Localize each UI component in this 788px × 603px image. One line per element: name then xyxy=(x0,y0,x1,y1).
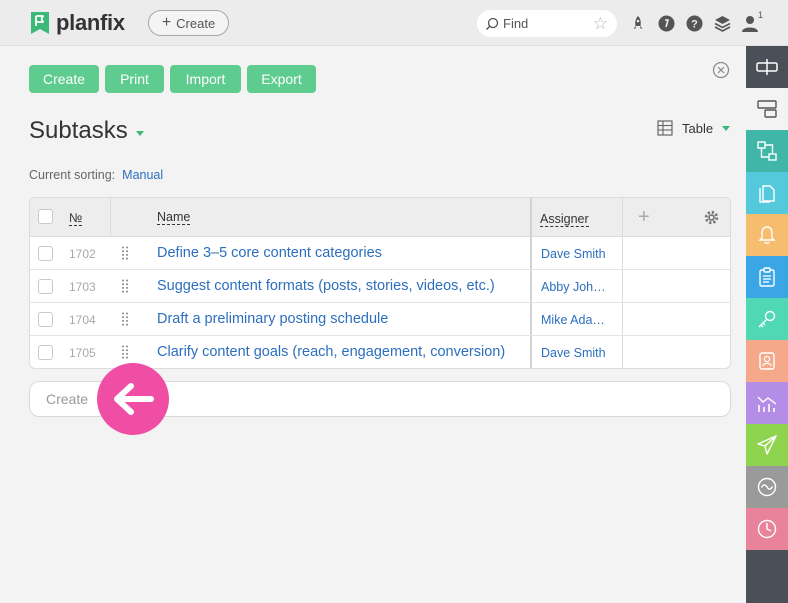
assigner-link[interactable]: Dave Smith xyxy=(541,247,606,261)
search-box[interactable]: ☆ xyxy=(477,10,617,37)
column-divider xyxy=(110,198,111,237)
add-column-icon[interactable]: + xyxy=(638,206,650,229)
assigner-link[interactable]: Dave Smith xyxy=(541,346,606,360)
drag-handle-icon[interactable] xyxy=(122,279,128,293)
task-name-link[interactable]: Clarify content goals (reach, engagement… xyxy=(157,344,505,360)
header-name[interactable]: Name xyxy=(157,210,191,225)
sorting-label: Current sorting: xyxy=(29,168,116,182)
activity-icon[interactable] xyxy=(746,466,788,508)
rocket-icon[interactable] xyxy=(628,13,648,33)
task-name-link[interactable]: Define 3–5 core content categories xyxy=(157,245,382,261)
row-number: 1705 xyxy=(69,346,96,360)
page-title-text: Subtasks xyxy=(29,117,128,144)
top-bar: planfix + Create ☆ ? 1 xyxy=(0,0,788,46)
layout-icon[interactable] xyxy=(746,88,788,130)
logo[interactable]: planfix xyxy=(30,10,125,36)
sorting-value-link[interactable]: Manual xyxy=(122,168,163,182)
planfix-logo-icon xyxy=(31,12,49,34)
row-checkbox[interactable] xyxy=(38,246,53,261)
favorite-star-icon[interactable]: ☆ xyxy=(593,14,608,34)
view-switcher[interactable]: Table xyxy=(657,120,731,136)
process-icon[interactable] xyxy=(746,130,788,172)
assigner-link[interactable]: Mike Ada… xyxy=(541,313,605,327)
row-checkbox[interactable] xyxy=(38,312,53,327)
table-row[interactable]: 1704 Draft a preliminary posting schedul… xyxy=(30,303,730,336)
chevron-down-icon xyxy=(722,126,731,131)
page-title[interactable]: Subtasks xyxy=(29,117,144,145)
row-number: 1704 xyxy=(69,313,96,327)
task-name-link[interactable]: Draft a preliminary posting schedule xyxy=(157,311,388,327)
documents-icon[interactable] xyxy=(746,172,788,214)
gear-icon[interactable] xyxy=(703,209,720,226)
help-icon[interactable]: ? xyxy=(684,13,704,33)
row-checkbox[interactable] xyxy=(38,345,53,360)
table-row[interactable]: 1703 Suggest content formats (posts, sto… xyxy=(30,270,730,303)
drag-handle-icon[interactable] xyxy=(122,312,128,326)
layers-icon[interactable] xyxy=(712,13,732,33)
panel-toggle-icon[interactable] xyxy=(746,46,788,88)
status-icon[interactable] xyxy=(656,13,676,33)
create-button[interactable]: Create xyxy=(29,65,99,93)
key-icon[interactable] xyxy=(746,298,788,340)
contact-icon[interactable] xyxy=(746,340,788,382)
analytics-icon[interactable] xyxy=(746,382,788,424)
send-icon[interactable] xyxy=(746,424,788,466)
table-icon xyxy=(657,120,673,136)
svg-text:?: ? xyxy=(691,18,698,30)
right-sidebar xyxy=(746,46,788,603)
export-button[interactable]: Export xyxy=(247,65,316,93)
row-checkbox[interactable] xyxy=(38,279,53,294)
print-button[interactable]: Print xyxy=(105,65,164,93)
close-icon[interactable] xyxy=(712,61,730,79)
search-input[interactable] xyxy=(503,16,583,31)
view-switcher-label: Table xyxy=(682,120,714,136)
import-button[interactable]: Import xyxy=(170,65,241,93)
clock-icon[interactable] xyxy=(746,508,788,550)
clipboard-icon[interactable] xyxy=(746,256,788,298)
row-number: 1702 xyxy=(69,247,96,261)
select-all-checkbox[interactable] xyxy=(38,209,53,224)
action-toolbar: Create Print Import Export xyxy=(29,65,316,93)
row-number: 1703 xyxy=(69,280,96,294)
subtasks-table: № Name Assigner + 1702 Define 3–5 core c… xyxy=(29,197,731,369)
user-badge: 1 xyxy=(758,10,764,20)
task-name-link[interactable]: Suggest content formats (posts, stories,… xyxy=(157,278,495,294)
user-icon[interactable] xyxy=(740,13,760,33)
header-number[interactable]: № xyxy=(69,211,83,226)
chevron-down-icon xyxy=(135,130,144,136)
bell-icon[interactable] xyxy=(746,214,788,256)
drag-handle-icon[interactable] xyxy=(122,345,128,359)
header-assigner[interactable]: Assigner xyxy=(540,212,589,227)
plus-icon: + xyxy=(161,14,172,31)
table-row[interactable]: 1702 Define 3–5 core content categories … xyxy=(30,237,730,270)
logo-text: planfix xyxy=(56,10,125,35)
search-icon xyxy=(486,17,499,30)
pointer-arrow-icon xyxy=(97,363,169,435)
assigner-link[interactable]: Abby Joh… xyxy=(541,280,606,294)
sorting-info: Current sorting: Manual xyxy=(29,168,163,182)
top-create-label: Create xyxy=(176,15,216,31)
drag-handle-icon[interactable] xyxy=(122,246,128,260)
table-header: № Name Assigner + xyxy=(30,198,730,237)
top-create-button[interactable]: + Create xyxy=(148,10,229,36)
